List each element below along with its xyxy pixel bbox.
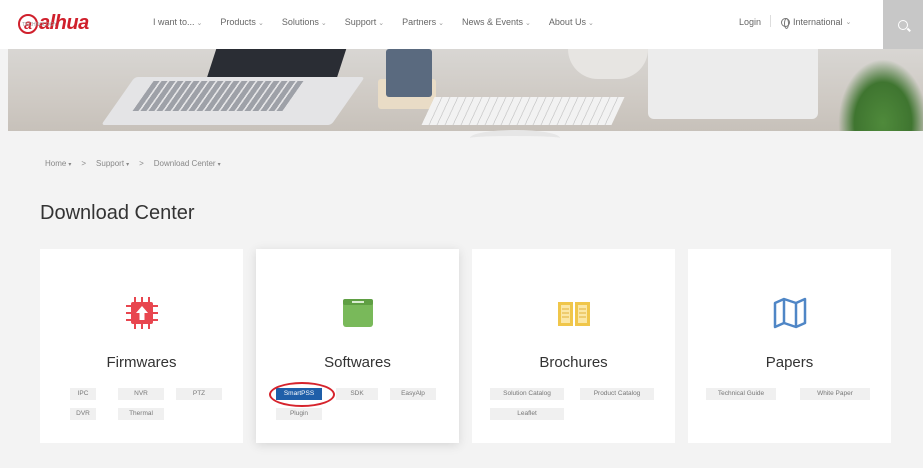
region-selector[interactable]: International ⌄ — [781, 17, 852, 29]
banner-keyboard — [421, 97, 625, 125]
crumb-label: Support — [96, 159, 125, 168]
banner-cup — [568, 49, 648, 79]
chevron-down-icon: ▾ — [126, 162, 130, 168]
breadcrumb: Home ▾ > Support ▾ > Download Center ▾ — [45, 159, 221, 168]
crumb-label: Home — [45, 159, 67, 168]
breadcrumb-separator: > — [139, 159, 144, 168]
banner-plant — [838, 59, 923, 131]
tag-thermal[interactable]: Thermal — [118, 408, 164, 420]
chip-icon — [125, 297, 158, 329]
login-link[interactable]: Login — [739, 17, 761, 27]
watermark-arc — [470, 130, 560, 146]
card-brochures[interactable]: Brochures Solution Catalog Product Catal… — [472, 249, 675, 443]
tag-solution-catalog[interactable]: Solution Catalog — [490, 388, 564, 400]
logo-subtitle: TECHNOLOGY — [22, 22, 58, 28]
nav-news-events[interactable]: News & Events ⌄ — [462, 17, 531, 27]
tag-white-paper[interactable]: White Paper — [800, 388, 870, 400]
hero-banner — [8, 49, 923, 131]
tag-nvr[interactable]: NVR — [118, 388, 164, 400]
chevron-down-icon: ⌄ — [525, 20, 531, 27]
nav-label: About Us — [548, 17, 586, 27]
search-button[interactable] — [883, 0, 923, 49]
region-label: International — [793, 17, 843, 27]
chevron-down-icon: ▾ — [68, 162, 72, 168]
tag-ptz[interactable]: PTZ — [176, 388, 222, 400]
breadcrumb-home[interactable]: Home ▾ — [45, 159, 71, 168]
nav-partners[interactable]: Partners ⌄ — [402, 17, 444, 27]
card-papers[interactable]: Papers Technical Guide White Paper — [688, 249, 891, 443]
page-title: Download Center — [40, 202, 195, 224]
chevron-down-icon: ⌄ — [196, 20, 203, 27]
chevron-down-icon: ⌄ — [320, 20, 327, 27]
top-navigation: a alhua TECHNOLOGY I want to... ⌄ Product… — [0, 0, 923, 49]
nav-label: Partners — [402, 17, 437, 27]
window-icon — [342, 299, 373, 327]
chevron-down-icon: ▾ — [217, 162, 221, 168]
card-firmwares[interactable]: Firmwares IPC NVR PTZ DVR Thermal — [40, 249, 243, 443]
tag-easyalp[interactable]: EasyAlp — [390, 388, 436, 400]
card-title: Papers — [765, 354, 814, 371]
tag-ipc[interactable]: IPC — [70, 388, 96, 400]
chevron-down-icon: ⌄ — [378, 20, 385, 27]
divider — [770, 15, 771, 27]
nav-support[interactable]: Support ⌄ — [345, 17, 384, 27]
card-title: Firmwares — [106, 354, 177, 371]
book-icon — [557, 302, 590, 326]
chevron-down-icon: ⌄ — [438, 20, 445, 27]
nav-products[interactable]: Products ⌄ — [220, 17, 263, 27]
banner-monitor — [648, 49, 818, 119]
nav-label: I want to... — [153, 17, 195, 27]
banner-phone — [386, 49, 432, 97]
card-softwares[interactable]: Softwares SmartPSS SDK EasyAlp Plugin — [256, 249, 459, 443]
tag-product-catalog[interactable]: Product Catalog — [580, 388, 654, 400]
nav-label: Products — [220, 17, 256, 27]
tag-dvr[interactable]: DVR — [70, 408, 96, 420]
tag-smartpss[interactable]: SmartPSS — [276, 388, 322, 400]
map-icon — [773, 297, 806, 329]
globe-icon — [781, 17, 790, 29]
card-title: Brochures — [539, 354, 608, 371]
main-nav: I want to... ⌄ Products ⌄ Solutions ⌄ Suppo… — [153, 17, 612, 27]
chevron-down-icon: ⌄ — [845, 19, 852, 26]
breadcrumb-support[interactable]: Support ▾ — [96, 159, 129, 168]
breadcrumb-separator: > — [81, 159, 87, 168]
nav-label: News & Events — [462, 17, 524, 27]
tag-leaflet[interactable]: Leaflet — [490, 408, 564, 420]
chevron-down-icon: ⌄ — [257, 20, 264, 27]
tag-plugin[interactable]: Plugin — [276, 408, 322, 420]
chevron-down-icon: ⌄ — [587, 20, 594, 27]
nav-label: Solutions — [281, 17, 319, 27]
nav-label: Support — [344, 17, 377, 27]
nav-solutions[interactable]: Solutions ⌄ — [282, 17, 327, 27]
search-icon — [898, 19, 908, 30]
crumb-label: Download Center — [153, 159, 216, 168]
breadcrumb-download-center[interactable]: Download Center ▾ — [154, 159, 221, 168]
card-title: Softwares — [324, 354, 391, 371]
nav-i-want-to[interactable]: I want to... ⌄ — [153, 17, 202, 27]
tag-sdk[interactable]: SDK — [336, 388, 378, 400]
banner-laptop-keys — [132, 81, 304, 111]
tag-technical-guide[interactable]: Technical Guide — [706, 388, 776, 400]
nav-about-us[interactable]: About Us ⌄ — [549, 17, 594, 27]
